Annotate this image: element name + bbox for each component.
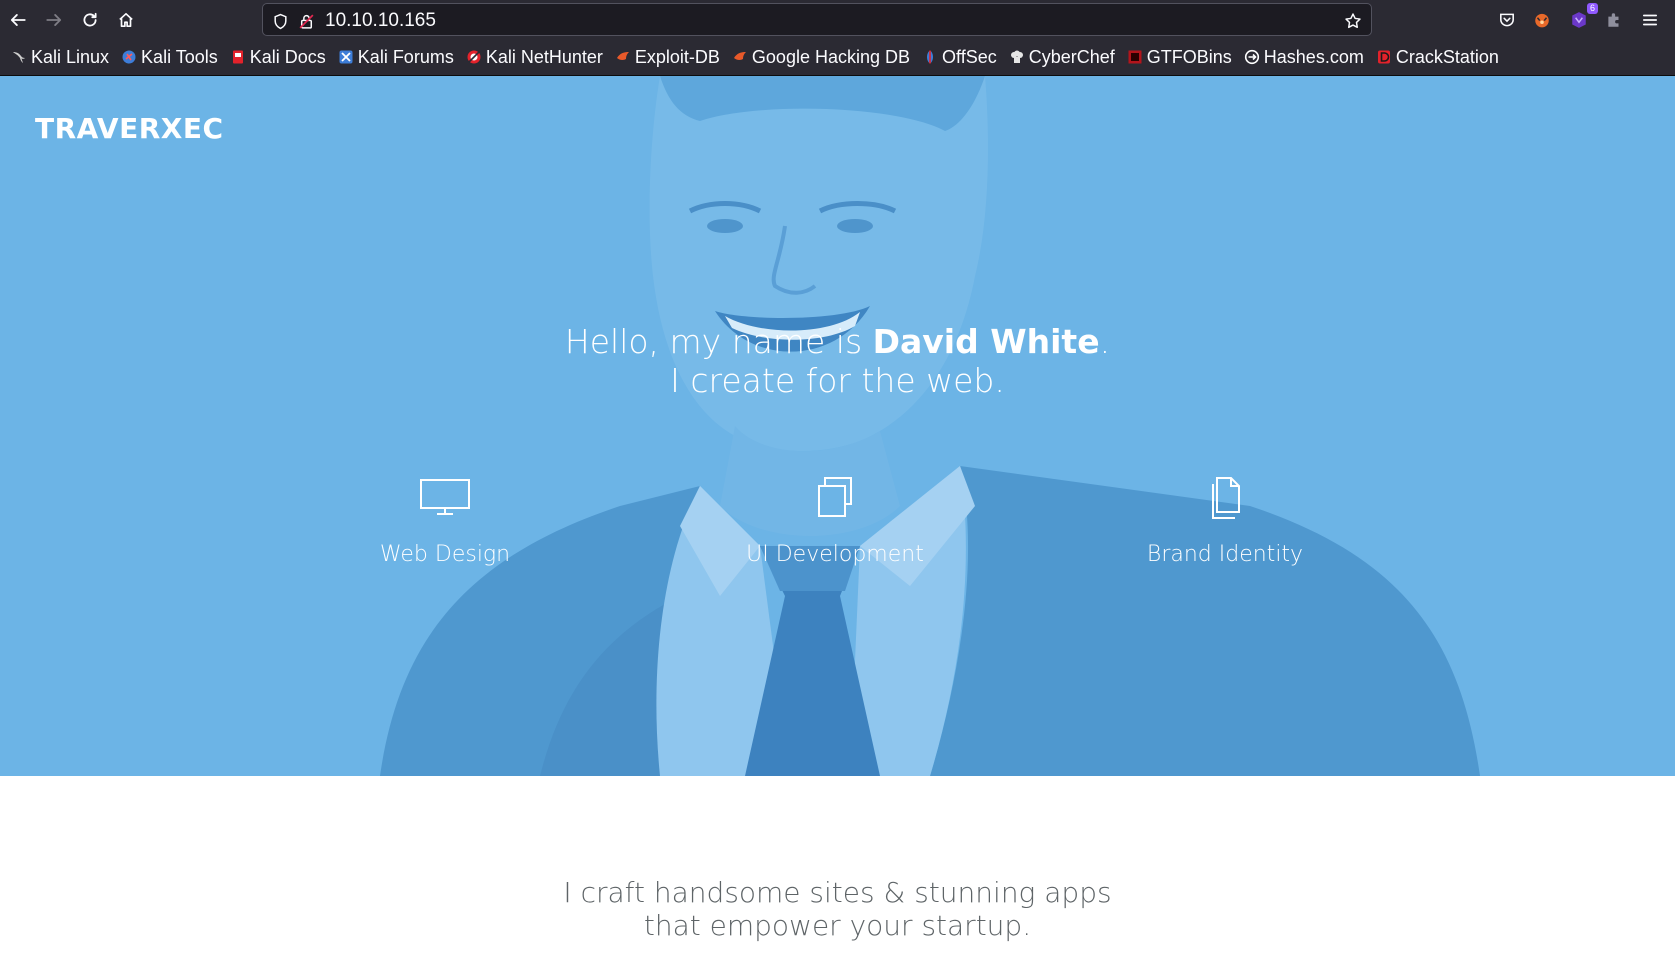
extensions-button[interactable] bbox=[1600, 6, 1628, 34]
arrow-left-icon bbox=[10, 14, 26, 26]
pocket-icon bbox=[1500, 13, 1514, 27]
hamburger-menu-icon bbox=[1642, 14, 1658, 26]
puzzle-icon bbox=[1608, 13, 1619, 27]
bookmark-google-hacking-db[interactable]: Google Hacking DB bbox=[727, 43, 915, 71]
bookmark-label: Kali Docs bbox=[249, 46, 326, 67]
back-button[interactable] bbox=[4, 6, 32, 34]
extension-badge: 6 bbox=[1586, 3, 1598, 14]
tagline: I craft handsome sites & stunning apps t… bbox=[0, 876, 1675, 942]
extension-wappalyzer-button[interactable]: 6 bbox=[1565, 3, 1598, 34]
headline-prefix: Hello, my name is bbox=[564, 322, 873, 361]
bookmark-kali-tools[interactable]: Kali Tools bbox=[116, 43, 223, 71]
hero-section: TRAVERXEC Hello, my name is David White.… bbox=[0, 76, 1675, 776]
kali-docs-icon bbox=[230, 49, 246, 65]
cyberchef-icon bbox=[1009, 49, 1025, 65]
headline-suffix: . bbox=[1099, 322, 1111, 361]
extension-foxyproxy-button[interactable] bbox=[1528, 6, 1556, 34]
bookmark-label: Kali NetHunter bbox=[485, 46, 603, 67]
documents-icon bbox=[1212, 477, 1240, 519]
bookmark-cyberchef[interactable]: CyberChef bbox=[1004, 43, 1120, 71]
bookmark-exploit-db[interactable]: Exploit-DB bbox=[610, 43, 725, 71]
tagline-line-1: I craft handsome sites & stunning apps bbox=[563, 876, 1112, 909]
bookmark-kali-nethunter[interactable]: Kali NetHunter bbox=[461, 43, 608, 71]
service-web-design: Web Design bbox=[295, 476, 595, 567]
reload-button[interactable] bbox=[76, 6, 104, 34]
layers-icon bbox=[818, 477, 852, 517]
bookmark-label: Kali Forums bbox=[357, 46, 454, 67]
arrow-right-icon bbox=[46, 14, 62, 26]
monitor-icon bbox=[420, 479, 470, 515]
browser-toolbar: 10.10.10.165 6 bbox=[0, 0, 1675, 39]
kali-forums-icon bbox=[338, 49, 354, 65]
service-label: Brand Identity bbox=[1146, 542, 1304, 567]
url-text[interactable]: 10.10.10.165 bbox=[325, 10, 436, 32]
insecure-lock-icon[interactable] bbox=[295, 10, 317, 32]
bookmark-crackstation[interactable]: CrackStation bbox=[1371, 43, 1504, 71]
service-brand-identity: Brand Identity bbox=[1075, 476, 1375, 567]
bookmark-label: Kali Tools bbox=[141, 46, 218, 67]
bookmark-star-icon[interactable] bbox=[1341, 9, 1365, 33]
bookmark-kali-forums[interactable]: Kali Forums bbox=[333, 43, 459, 71]
bookmark-label: CrackStation bbox=[1395, 46, 1499, 67]
headline-line-2: I create for the web. bbox=[670, 361, 1005, 400]
kali-tools-icon bbox=[121, 49, 137, 65]
app-menu-button[interactable] bbox=[1636, 6, 1664, 34]
home-button[interactable] bbox=[112, 6, 140, 34]
hero-headline: Hello, my name is David White. I create … bbox=[0, 322, 1675, 400]
hashes-icon bbox=[1244, 49, 1260, 65]
bookmark-label: Google Hacking DB bbox=[751, 46, 911, 67]
home-icon bbox=[119, 12, 133, 28]
bookmark-gtfobins[interactable]: GTFOBins bbox=[1122, 43, 1237, 71]
headline-name: David White bbox=[872, 322, 1100, 361]
hero-background-photo bbox=[0, 76, 1675, 776]
bookmark-kali-linux[interactable]: Kali Linux bbox=[6, 43, 114, 71]
kali-dragon-icon bbox=[11, 49, 27, 65]
forward-button[interactable] bbox=[40, 6, 68, 34]
service-label: UI Development bbox=[746, 542, 924, 567]
bookmark-label: GTFOBins bbox=[1146, 46, 1232, 67]
tracking-shield-icon[interactable] bbox=[269, 10, 291, 32]
service-label: Web Design bbox=[379, 542, 511, 567]
foxyproxy-icon bbox=[1535, 13, 1549, 28]
offsec-icon bbox=[922, 49, 938, 65]
headline-line-1: Hello, my name is David White. bbox=[0, 322, 1675, 361]
kali-nethunter-icon bbox=[466, 49, 482, 65]
wappalyzer-icon bbox=[1572, 12, 1586, 28]
exploit-db-icon bbox=[615, 49, 631, 65]
reload-icon bbox=[83, 12, 97, 27]
pocket-button[interactable] bbox=[1493, 6, 1521, 34]
ghdb-icon bbox=[732, 49, 748, 65]
bookmark-label: OffSec bbox=[942, 46, 997, 67]
bookmark-label: Hashes.com bbox=[1263, 46, 1364, 67]
service-ui-development: UI Development bbox=[685, 476, 985, 567]
bookmark-label: Exploit-DB bbox=[634, 46, 720, 67]
url-bar[interactable]: 10.10.10.165 bbox=[262, 3, 1372, 36]
gtfobins-icon bbox=[1127, 49, 1143, 65]
bookmark-label: Kali Linux bbox=[31, 46, 110, 67]
bookmark-hashes-com[interactable]: Hashes.com bbox=[1239, 43, 1369, 71]
tagline-line-2: that empower your startup. bbox=[643, 909, 1032, 942]
bookmark-kali-docs[interactable]: Kali Docs bbox=[225, 43, 331, 71]
crackstation-icon bbox=[1376, 49, 1392, 65]
bookmarks-toolbar: Kali Linux Kali Tools Kali Docs Kali For… bbox=[0, 39, 1675, 76]
bookmark-offsec[interactable]: OffSec bbox=[917, 43, 1002, 71]
site-logo[interactable]: TRAVERXEC bbox=[35, 112, 224, 145]
bookmark-label: CyberChef bbox=[1028, 46, 1115, 67]
